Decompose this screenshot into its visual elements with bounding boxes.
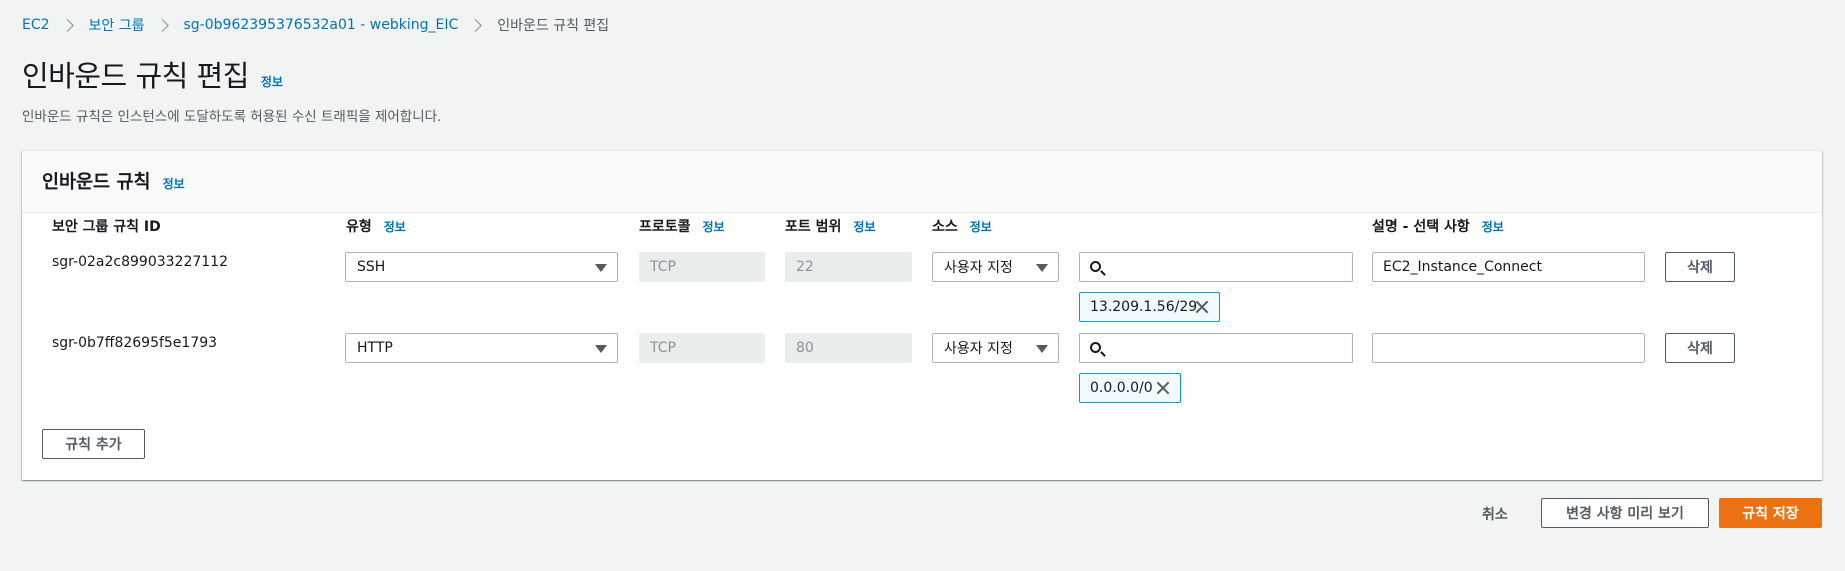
source-search-input[interactable] bbox=[1079, 252, 1353, 282]
type-select-value: HTTP bbox=[357, 340, 393, 356]
breadcrumb-current: 인바운드 규칙 편집 bbox=[497, 18, 610, 34]
container-info-link[interactable]: 정보 bbox=[163, 175, 185, 192]
port-range-info-link[interactable]: 정보 bbox=[853, 218, 875, 235]
port-range-value: 80 bbox=[796, 340, 814, 356]
preview-changes-label: 변경 사항 미리 보기 bbox=[1566, 506, 1684, 522]
column-header-source: 소스 정보 bbox=[932, 216, 992, 236]
type-info-link[interactable]: 정보 bbox=[384, 218, 406, 235]
caret-down-icon bbox=[1036, 264, 1048, 272]
description-info-link[interactable]: 정보 bbox=[1482, 218, 1504, 235]
container-title-text: 인바운드 규칙 bbox=[42, 172, 151, 193]
caret-down-icon bbox=[595, 264, 607, 272]
container-header: 인바운드 규칙 정보 bbox=[22, 151, 1822, 213]
column-header-rule-id-label: 보안 그룹 규칙 ID bbox=[52, 219, 161, 235]
protocol-field: TCP bbox=[639, 333, 765, 363]
delete-rule-label: 삭제 bbox=[1687, 260, 1713, 276]
port-range-value: 22 bbox=[796, 259, 814, 275]
source-type-value: 사용자 지정 bbox=[944, 341, 1013, 357]
add-rule-button[interactable]: 규칙 추가 bbox=[42, 429, 145, 459]
cancel-button[interactable]: 취소 bbox=[1482, 504, 1508, 524]
inbound-rules-container: 인바운드 규칙 정보 보안 그룹 규칙 ID 유형 정보 프로토콜 정보 포트 … bbox=[22, 150, 1822, 480]
column-header-type-label: 유형 bbox=[346, 219, 372, 235]
page-info-link[interactable]: 정보 bbox=[261, 73, 283, 90]
protocol-field: TCP bbox=[639, 252, 765, 282]
source-search-input[interactable] bbox=[1079, 333, 1353, 363]
rule-id: sgr-02a2c899033227112 bbox=[52, 254, 228, 270]
column-header-protocol-label: 프로토콜 bbox=[639, 219, 691, 235]
page-title-text: 인바운드 규칙 편집 bbox=[22, 59, 249, 93]
source-type-select[interactable]: 사용자 지정 bbox=[932, 333, 1059, 363]
description-input[interactable] bbox=[1372, 333, 1645, 363]
page-title: 인바운드 규칙 편집 정보 bbox=[22, 53, 283, 95]
port-range-field: 22 bbox=[785, 252, 912, 282]
breadcrumb: EC2 보안 그룹 sg-0b962395376532a01 - webking… bbox=[22, 15, 609, 35]
search-icon bbox=[1090, 342, 1101, 353]
description-value: EC2_Instance_Connect bbox=[1383, 259, 1542, 275]
type-select[interactable]: SSH bbox=[345, 252, 618, 282]
edit-inbound-rules-page: EC2 보안 그룹 sg-0b962395376532a01 - webking… bbox=[0, 0, 1845, 571]
remove-token-icon[interactable] bbox=[1194, 299, 1210, 315]
source-token: 13.209.1.56/29 bbox=[1079, 292, 1220, 322]
column-header-port-range-label: 포트 범위 bbox=[785, 219, 842, 235]
save-rules-label: 규칙 저장 bbox=[1742, 506, 1799, 522]
save-rules-button[interactable]: 규칙 저장 bbox=[1719, 498, 1822, 528]
add-rule-label: 규칙 추가 bbox=[65, 437, 122, 453]
type-select[interactable]: HTTP bbox=[345, 333, 618, 363]
delete-rule-button[interactable]: 삭제 bbox=[1665, 252, 1735, 282]
breadcrumb-security-groups[interactable]: 보안 그룹 bbox=[89, 15, 145, 35]
container-title: 인바운드 규칙 정보 bbox=[42, 168, 185, 194]
chevron-right-icon bbox=[60, 18, 74, 32]
column-header-description: 설명 - 선택 사항 정보 bbox=[1372, 216, 1504, 236]
protocol-value: TCP bbox=[650, 259, 676, 275]
column-header-protocol: 프로토콜 정보 bbox=[639, 216, 725, 236]
search-icon bbox=[1090, 261, 1101, 272]
caret-down-icon bbox=[1036, 345, 1048, 353]
breadcrumb-ec2[interactable]: EC2 bbox=[22, 17, 50, 33]
column-header-rule-id: 보안 그룹 규칙 ID bbox=[52, 216, 161, 236]
column-header-source-label: 소스 bbox=[932, 219, 958, 235]
column-header-port-range: 포트 범위 정보 bbox=[785, 216, 876, 236]
source-type-value: 사용자 지정 bbox=[944, 260, 1013, 276]
caret-down-icon bbox=[595, 345, 607, 353]
rule-id: sgr-0b7ff82695f5e1793 bbox=[52, 335, 218, 351]
source-token-label: 0.0.0.0/0 bbox=[1090, 380, 1153, 396]
delete-rule-button[interactable]: 삭제 bbox=[1665, 333, 1735, 363]
description-input[interactable]: EC2_Instance_Connect bbox=[1372, 252, 1645, 282]
breadcrumb-security-group[interactable]: sg-0b962395376532a01 - webking_EIC bbox=[184, 17, 459, 33]
remove-token-icon[interactable] bbox=[1155, 380, 1171, 396]
protocol-info-link[interactable]: 정보 bbox=[703, 218, 725, 235]
source-type-select[interactable]: 사용자 지정 bbox=[932, 252, 1059, 282]
protocol-value: TCP bbox=[650, 340, 676, 356]
chevron-right-icon bbox=[469, 18, 483, 32]
source-token: 0.0.0.0/0 bbox=[1079, 373, 1181, 403]
port-range-field: 80 bbox=[785, 333, 912, 363]
preview-changes-button[interactable]: 변경 사항 미리 보기 bbox=[1541, 498, 1709, 528]
source-info-link[interactable]: 정보 bbox=[970, 218, 992, 235]
column-header-type: 유형 정보 bbox=[346, 216, 406, 236]
source-token-label: 13.209.1.56/29 bbox=[1090, 299, 1198, 315]
delete-rule-label: 삭제 bbox=[1687, 341, 1713, 357]
column-header-description-label: 설명 - 선택 사항 bbox=[1372, 219, 1470, 235]
page-description: 인바운드 규칙은 인스턴스에 도달하도록 허용된 수신 트래픽을 제어합니다. bbox=[22, 109, 442, 125]
type-select-value: SSH bbox=[357, 259, 386, 275]
chevron-right-icon bbox=[155, 18, 169, 32]
